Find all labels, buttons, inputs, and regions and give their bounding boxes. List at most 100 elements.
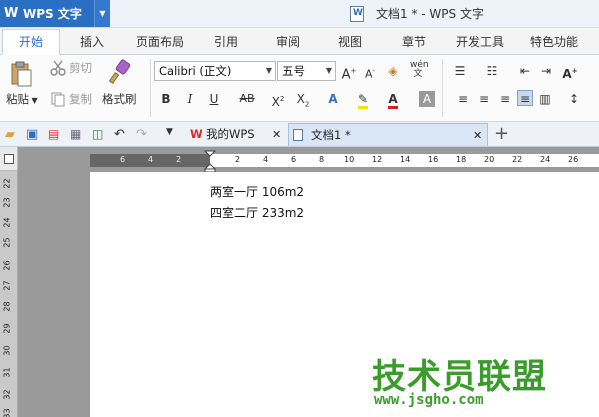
undo-icon[interactable]: ↶ (114, 127, 128, 142)
tab-review[interactable]: 审阅 (262, 28, 314, 55)
close-icon[interactable]: ✕ (473, 124, 482, 147)
character-shading-icon[interactable]: A (419, 91, 435, 107)
line-spacing-icon[interactable]: ↕ (566, 91, 582, 107)
vertical-ruler[interactable]: 22 23 24 25 26 27 28 29 30 31 32 33 (0, 171, 18, 417)
tab-home[interactable]: 开始 (2, 29, 60, 55)
ruler-label: 2 (176, 155, 182, 164)
wps-writer-window: W WPS 文字 ▼ 文档1 * - WPS 文字 开始 插入 页面布局 引用 … (0, 0, 599, 417)
tab-view[interactable]: 视图 (324, 28, 376, 55)
document-icon (350, 5, 364, 22)
underline-icon[interactable]: U (206, 91, 222, 107)
highlight-icon[interactable]: ✎ (355, 91, 371, 109)
ruler-label: 12 (372, 155, 383, 164)
ruler-label: 32 (2, 389, 12, 400)
close-icon[interactable]: ✕ (272, 123, 281, 146)
chevron-down-icon: ▼ (265, 66, 272, 75)
ruler-label: 25 (2, 237, 12, 248)
export-pdf-icon[interactable]: ▤ (48, 127, 62, 141)
wps-logo-icon: W (190, 127, 203, 141)
print-preview-icon[interactable]: ◫ (92, 127, 106, 141)
phonetic-guide-icon[interactable]: wén 文 (410, 61, 429, 79)
copy-button[interactable]: 复制 (69, 91, 92, 107)
text-effect-icon[interactable]: A (325, 91, 341, 107)
ruler-label: 26 (568, 155, 579, 164)
grow-font-icon[interactable]: A+ (341, 63, 357, 82)
tab-developer-tools[interactable]: 开发工具 (448, 28, 512, 55)
align-left-icon[interactable]: ≡ (455, 91, 471, 107)
horizontal-ruler[interactable]: 6 4 2 2 4 6 8 10 12 14 16 18 20 22 24 26 (90, 154, 599, 167)
ruler-label: 6 (291, 155, 297, 164)
document-line[interactable]: 两室一厅 106m2 (210, 183, 304, 200)
italic-icon[interactable]: I (182, 91, 198, 107)
font-size-select[interactable]: 五号 ▼ (277, 61, 336, 81)
strikethrough-icon[interactable]: AB (236, 91, 258, 107)
ruler-label: 24 (540, 155, 551, 164)
window-title: 文档1 * - WPS 文字 (376, 7, 484, 21)
format-painter-icon[interactable] (108, 59, 132, 85)
increase-indent-icon[interactable]: ⇥ (538, 63, 554, 79)
ruler-label: 30 (2, 345, 12, 356)
tab-special-features[interactable]: 特色功能 (522, 28, 586, 55)
tab-stop-selector[interactable] (0, 147, 18, 171)
tab-sections[interactable]: 章节 (388, 28, 440, 55)
doc-tab-document1[interactable]: 文档1 * ✕ (288, 123, 488, 146)
decrease-indent-icon[interactable]: ⇤ (517, 63, 533, 79)
change-case-icon[interactable]: A+ (562, 63, 578, 81)
ruler-label: 22 (2, 178, 12, 189)
ruler-label: 27 (2, 280, 12, 291)
cut-button[interactable]: 剪切 (69, 60, 92, 76)
ruler-label: 2 (235, 155, 241, 164)
ruler-label: 18 (456, 155, 467, 164)
paste-icon[interactable] (9, 61, 33, 87)
format-painter-button[interactable]: 格式刷 (102, 91, 137, 107)
app-menu-button[interactable]: W WPS 文字 (0, 0, 94, 27)
clear-format-icon[interactable]: ◈ (385, 63, 401, 79)
tab-references[interactable]: 引用 (200, 28, 252, 55)
tab-stop-icon (4, 154, 14, 164)
open-folder-icon[interactable]: ▰ (5, 127, 19, 142)
bullet-list-icon[interactable]: ☰ (452, 63, 468, 79)
copy-icon (51, 92, 65, 107)
new-tab-icon[interactable]: + (494, 123, 509, 145)
justify-icon[interactable]: ≡ (517, 90, 533, 106)
chevron-down-icon: ▼ (325, 66, 332, 75)
indent-marker-icon[interactable] (204, 150, 216, 172)
scissors-icon (50, 60, 66, 76)
ruler-label: 10 (344, 155, 355, 164)
title-bar: W WPS 文字 ▼ 文档1 * - WPS 文字 (0, 0, 599, 28)
ruler-label: 24 (2, 217, 12, 228)
ruler-label: 8 (319, 155, 325, 164)
document-icon (293, 129, 303, 141)
tab-page-layout[interactable]: 页面布局 (128, 28, 192, 55)
save-icon[interactable]: ▣ (26, 127, 40, 142)
shrink-font-icon[interactable]: A- (362, 63, 378, 81)
align-right-icon[interactable]: ≡ (497, 91, 513, 107)
app-name: WPS 文字 (23, 7, 82, 21)
font-color-icon[interactable]: A (385, 91, 401, 109)
font-size-value: 五号 (282, 64, 305, 78)
ruler-label: 16 (428, 155, 439, 164)
subscript-icon[interactable]: X2 (295, 91, 311, 108)
ruler-label: 28 (2, 301, 12, 312)
font-name-select[interactable]: Calibri (正文) ▼ (154, 61, 276, 81)
paste-label: 粘贴 (6, 92, 29, 106)
ruler-label: 33 (2, 408, 12, 417)
superscript-icon[interactable]: X2 (270, 91, 286, 109)
ruler-label: 26 (2, 260, 12, 271)
customize-toolbar-icon[interactable]: ▼ (166, 127, 180, 141)
doc-tab-my-wps[interactable]: W 我的WPS ✕ (186, 123, 286, 146)
print-icon[interactable]: ▦ (70, 127, 84, 141)
watermark-url: www.jsgho.com (374, 392, 484, 408)
document-line[interactable]: 四室二厅 233m2 (210, 204, 304, 221)
app-menu-dropdown-icon[interactable]: ▼ (94, 0, 110, 27)
ruler-label: 22 (512, 155, 523, 164)
align-center-icon[interactable]: ≡ (476, 91, 492, 107)
paste-button[interactable]: 粘贴 ▼ (6, 91, 38, 107)
bold-icon[interactable]: B (158, 91, 174, 107)
tab-insert[interactable]: 插入 (62, 28, 122, 55)
doc-tab-label: 文档1 * (311, 128, 351, 142)
distributed-align-icon[interactable]: ▥ (537, 91, 553, 107)
ruler-label: 23 (2, 197, 12, 208)
redo-icon[interactable]: ↷ (136, 127, 150, 142)
numbered-list-icon[interactable]: ☷ (484, 63, 500, 79)
